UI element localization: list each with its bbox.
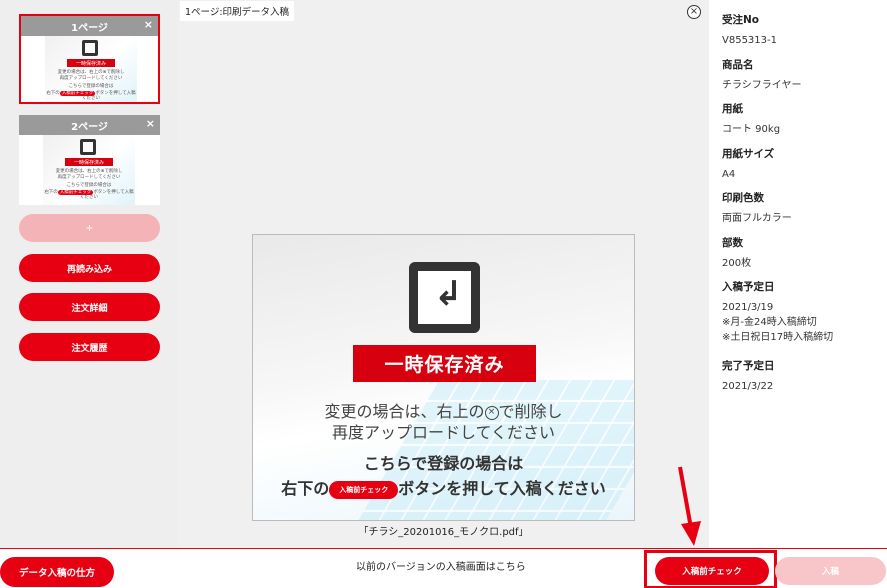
arrow-icon: ↲: [434, 274, 463, 314]
thumbnail-text: こちらで登録の場合は: [68, 84, 114, 89]
info-label: 印刷色数: [722, 192, 764, 204]
thumbnail-text-part: 右下の: [46, 91, 60, 96]
preview-instruction-line: 右下の 入稿前チェック ボタンを押して入稿ください: [253, 475, 634, 499]
info-value: 両面フルカラー: [722, 213, 792, 224]
close-circle-icon: ×: [484, 405, 499, 420]
save-icon: [82, 40, 98, 56]
info-note: ※月-金24時入稿締切: [722, 317, 817, 328]
info-label: 用紙: [722, 103, 743, 115]
info-paper: 用紙 コート 90kg: [722, 101, 780, 137]
info-colors: 印刷色数 両面フルカラー: [722, 190, 792, 226]
info-label: 部数: [722, 237, 743, 249]
preview-text: ボタンを押して入稿ください: [398, 479, 606, 498]
page-thumbnail-1[interactable]: 1ページ × 一時保存済み 変更の場合は、右上の⊗で削除し 再度アップロードして…: [19, 14, 160, 104]
thumbnail-title: 1ページ: [71, 22, 108, 34]
info-label: 入稿予定日: [722, 281, 775, 293]
preview-instruction-line: こちらで登録の場合は: [363, 454, 524, 473]
info-paper-size: 用紙サイズ A4: [722, 146, 774, 182]
preview-check-button-image: 入稿前チェック: [329, 480, 399, 499]
thumbnail-text: 変更の場合は、右上の⊗で削除し: [57, 70, 125, 75]
preview-area: 1ページ:印刷データ入稿 × ↲ 一時保存済み 変更の場合は、右上の × で削除し …: [178, 0, 709, 548]
how-to-submit-button[interactable]: データ入稿の仕方: [0, 557, 114, 587]
save-icon: [80, 139, 96, 155]
download-box-icon: ↲: [409, 262, 480, 333]
order-details-button[interactable]: 注文詳細: [19, 293, 160, 321]
thumbnail-preview: 一時保存済み 変更の場合は、右上の⊗で削除し 再度アップロードしてください こち…: [19, 135, 160, 205]
thumbnail-text: 右下の 入稿前チェック ボタンを押して入稿ください: [45, 91, 137, 102]
info-order-no: 受注No V855313-1: [722, 12, 777, 48]
saved-banner: 一時保存済み: [353, 345, 536, 382]
thumbnail-preview: 一時保存済み 変更の場合は、右上の⊗で削除し 再度アップロードしてください こち…: [21, 36, 158, 102]
close-icon[interactable]: ×: [146, 117, 155, 130]
file-name: 「チラシ_20201016_モノクロ.pdf」: [358, 527, 529, 538]
preview-text: 右下の: [281, 479, 330, 498]
info-value: V855313-1: [722, 35, 777, 46]
thumbnail-text: 再度アップロードしてください: [57, 175, 121, 180]
thumbnail-header: 2ページ ×: [19, 115, 160, 135]
info-value: A4: [722, 169, 736, 180]
info-quantity: 部数 200枚: [722, 235, 751, 271]
info-complete-date: 完了予定日 2021/3/22: [722, 358, 775, 394]
info-label: 完了予定日: [722, 360, 775, 372]
thumbnail-text: 変更の場合は、右上の⊗で削除し: [55, 169, 123, 174]
submit-button[interactable]: 入稿: [775, 557, 886, 585]
thumbnail-title: 2ページ: [71, 121, 108, 133]
info-label: 用紙サイズ: [722, 148, 775, 160]
thumbnail-text: 再度アップロードしてください: [59, 76, 123, 81]
info-label: 商品名: [722, 59, 754, 71]
close-icon[interactable]: ×: [144, 18, 153, 31]
order-info-panel: 受注No V855313-1 商品名 チラシフライヤー 用紙 コート 90kg …: [709, 0, 887, 548]
thumbnail-banner: 一時保存済み: [67, 59, 115, 67]
add-page-button[interactable]: +: [19, 214, 160, 242]
thumbnail-text: 右下の 入稿前チェック ボタンを押して入稿ください: [43, 190, 135, 201]
info-note: ※土日祝日17時入稿締切: [722, 332, 834, 343]
preview-instruction-line: 再度アップロードしてください: [331, 423, 556, 442]
info-label: 受注No: [722, 14, 760, 26]
footer-bar: データ入稿の仕方 以前のバージョンの入稿画面はこちら 入稿前チェック 入稿: [0, 548, 887, 588]
info-value: 2021/3/19 ※月-金24時入稿締切 ※土日祝日17時入稿締切: [722, 300, 833, 345]
thumbnail-text: こちらで登録の場合は: [66, 183, 112, 188]
info-submit-date: 入稿予定日 2021/3/19 ※月-金24時入稿締切 ※土日祝日17時入稿締切: [722, 279, 833, 345]
order-history-button[interactable]: 注文履歴: [19, 333, 160, 361]
delete-circle-icon[interactable]: ×: [687, 5, 701, 19]
info-value: コート 90kg: [722, 124, 781, 135]
thumbnail-text-part: 右下の: [44, 190, 58, 195]
old-version-link[interactable]: 以前のバージョンの入稿画面はこちら: [356, 558, 526, 573]
info-value: チラシフライヤー: [722, 80, 802, 91]
info-value: 200枚: [722, 258, 752, 269]
page-title: 1ページ:印刷データ入稿: [180, 1, 295, 21]
info-value: 2021/3/22: [722, 381, 774, 392]
info-product: 商品名 チラシフライヤー: [722, 57, 802, 93]
page-thumbnail-2[interactable]: 2ページ × 一時保存済み 変更の場合は、右上の⊗で削除し 再度アップロードして…: [19, 115, 160, 205]
thumbnail-banner: 一時保存済み: [65, 158, 113, 166]
pre-submit-check-button[interactable]: 入稿前チェック: [655, 557, 769, 585]
reload-button[interactable]: 再読み込み: [19, 254, 160, 282]
thumbnail-header: 1ページ ×: [21, 16, 158, 36]
page-preview-image: ↲ 一時保存済み 変更の場合は、右上の × で削除し 再度アップロードしてください …: [252, 234, 635, 521]
page-sidebar: 1ページ × 一時保存済み 変更の場合は、右上の⊗で削除し 再度アップロードして…: [0, 0, 178, 548]
info-value-date: 2021/3/19: [722, 302, 774, 313]
